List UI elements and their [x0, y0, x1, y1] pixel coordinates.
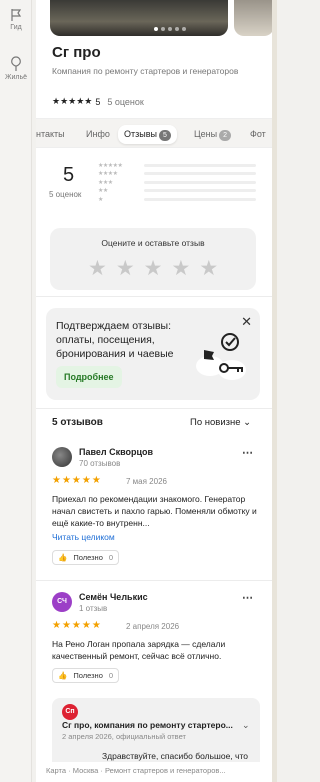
rate-star-5[interactable]: ★	[199, 256, 218, 281]
review-date: 2 апреля 2026	[126, 622, 180, 631]
useful-count: 0	[108, 553, 114, 562]
useful-count: 0	[108, 671, 114, 680]
rating-summary: 5 5 оценок ★★★★★ ★★★★ ★★★ ★★ ★ Оцените и…	[36, 150, 272, 290]
review-text: На Рено Логан пропала зарядка — сделали …	[52, 639, 226, 661]
rate-star-1[interactable]: ★	[88, 256, 107, 281]
rating-count: 5 оценок	[107, 96, 144, 107]
sidebar-item-housing[interactable]: Жильё	[0, 56, 32, 81]
chevron-down-icon: ⌄	[243, 417, 252, 428]
org-description: Компания по ремонту стартеров и генерато…	[52, 66, 239, 76]
reply-author: Сг про, компания по ремонту стартеро...	[62, 720, 233, 730]
tab-bar: нтакты Инфо Отзывы 5 Цены 2 Фот	[36, 118, 272, 148]
more-options-icon[interactable]: ⋯	[242, 591, 254, 604]
read-more-link[interactable]: Читать целиком	[52, 532, 115, 542]
photo-main[interactable]	[50, 0, 228, 36]
rating-stars: ★★★★★	[52, 96, 93, 106]
close-icon[interactable]: ✕	[241, 314, 252, 330]
rate-star-3[interactable]: ★	[144, 256, 163, 281]
reply-text: Здравствуйте, спасибо большое, что	[102, 751, 248, 761]
breadcrumb[interactable]: Карта · Москва · Ремонт стартеров и гене…	[36, 762, 272, 782]
chevron-down-icon[interactable]: ⌄	[242, 720, 250, 731]
gallery-dots	[154, 27, 186, 31]
more-options-icon[interactable]: ⋯	[242, 446, 254, 459]
verified-reviews-illustration	[196, 333, 246, 380]
rate-star-2[interactable]: ★	[116, 256, 135, 281]
reviews-count: 5 отзывов	[52, 417, 103, 428]
tab-badge: 2	[219, 130, 232, 141]
score-count: 5 оценок	[49, 190, 82, 199]
avatar[interactable]	[52, 447, 72, 467]
tab-reviews[interactable]: Отзывы 5	[118, 125, 177, 144]
review-stars: ★★★★★	[52, 620, 102, 631]
review-stars: ★★★★★	[52, 475, 102, 486]
thumbs-up-icon: 👍	[58, 553, 68, 562]
reply-date: 2 апреля 2026, официальный ответ	[62, 732, 186, 741]
review-date: 7 мая 2026	[126, 477, 167, 486]
rate-prompt: Оцените и оставьте отзыв	[101, 238, 205, 248]
rating-value: 5	[95, 96, 101, 107]
photo-next[interactable]	[234, 0, 272, 36]
org-rating[interactable]: ★★★★★ 5 5 оценок	[52, 96, 144, 107]
tab-info[interactable]: Инфо	[86, 125, 110, 144]
reviewer-name[interactable]: Павел Скворцов	[79, 447, 153, 457]
tab-prices[interactable]: Цены 2	[194, 125, 232, 144]
promo-text: Подтверждаем отзывы: оплаты, посещения, …	[56, 320, 174, 360]
sidebar-item-label: Гид	[10, 24, 22, 31]
avatar: Сп	[62, 704, 78, 720]
divider	[36, 580, 272, 581]
tab-contacts[interactable]: нтакты	[36, 125, 65, 144]
tab-photos[interactable]: Фот	[250, 125, 266, 144]
rate-box: Оцените и оставьте отзыв ★ ★ ★ ★ ★	[50, 228, 256, 290]
tab-badge: 5	[158, 130, 171, 141]
left-sidebar: Гид Жильё	[0, 0, 32, 782]
useful-button[interactable]: 👍 Полезно 0	[52, 550, 120, 565]
review-text: Приехал по рекомендации знакомого. Генер…	[52, 494, 257, 528]
promo-more-button[interactable]: Подробнее	[56, 366, 122, 388]
sidebar-item-label: Жильё	[5, 74, 27, 81]
rate-star-4[interactable]: ★	[171, 256, 190, 281]
promo-banner: Подтверждаем отзывы: оплаты, посещения, …	[46, 308, 260, 400]
sidebar-item-guide[interactable]: Гид	[0, 8, 32, 31]
map-edge[interactable]	[272, 0, 277, 782]
tree-icon	[11, 56, 21, 71]
reviewer-name[interactable]: Семён Челькис	[79, 592, 148, 602]
photo-gallery[interactable]	[50, 0, 272, 36]
score-value: 5	[63, 164, 75, 186]
useful-label: Полезно	[73, 671, 103, 680]
thumbs-up-icon: 👍	[58, 671, 68, 680]
avatar[interactable]: СЧ	[52, 592, 72, 612]
sort-dropdown[interactable]: По новизне ⌄	[190, 417, 251, 428]
rating-distribution: ★★★★★ ★★★★ ★★★ ★★ ★	[98, 161, 256, 204]
divider	[36, 408, 272, 409]
reviewer-count: 70 отзывов	[79, 459, 121, 468]
rate-stars: ★ ★ ★ ★ ★	[88, 256, 218, 281]
useful-label: Полезно	[73, 553, 103, 562]
flag-icon	[11, 9, 22, 21]
organization-panel: Сг про Компания по ремонту стартеров и г…	[36, 0, 272, 782]
reviewer-count: 1 отзыв	[79, 604, 108, 613]
divider	[36, 296, 272, 297]
useful-button[interactable]: 👍 Полезно 0	[52, 668, 120, 683]
page-title: Сг про	[52, 44, 101, 61]
